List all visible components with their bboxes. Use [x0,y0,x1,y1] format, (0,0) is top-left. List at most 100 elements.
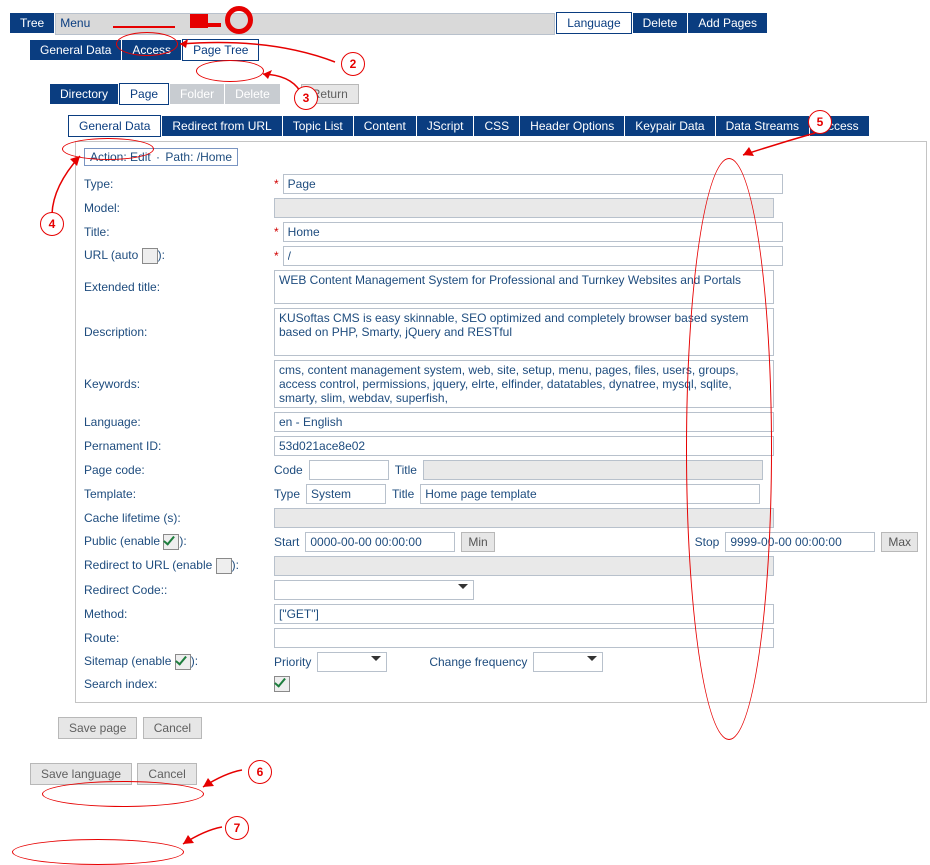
label-keywords: Keywords: [84,377,274,391]
req-title: * [274,225,279,239]
label-public-a: Public (enable [84,534,163,548]
tab-general-data-2[interactable]: General Data [30,40,121,60]
label-sitemap-a: Sitemap (enable [84,654,175,668]
label-extended-title: Extended title: [84,280,274,294]
legend-path: Path: /Home [165,150,232,164]
tab-add-pages[interactable]: Add Pages [688,13,767,33]
input-pc-code[interactable] [309,460,389,480]
annot-oval-form [686,158,772,740]
annot-num-2: 2 [341,52,365,76]
form-panel: Action: Edit · Path: /Home Type: * Model… [75,141,927,703]
req-type: * [274,177,279,191]
annot-oval-savelang [12,839,184,865]
label-tpl-type: Type [274,487,300,501]
label-search-index: Search index: [84,677,274,691]
save-page-row: Save page Cancel [58,721,920,735]
label-redirurl-a: Redirect to URL (enable [84,558,216,572]
max-button[interactable]: Max [881,532,918,552]
label-page-code: Page code: [84,463,274,477]
select-redirect-code[interactable] [274,580,474,600]
row-cache: Cache lifetime (s): [76,506,926,530]
tab-content[interactable]: Content [354,116,416,136]
label-pc-title: Title [395,463,417,477]
row-sitemap: Sitemap (enable ): Priority Change frequ… [76,650,926,674]
label-redirect-code: Redirect Code:: [84,583,274,597]
row-description: Description: KUSoftas CMS is easy skinna… [76,306,926,358]
row-extended-title: Extended title: WEB Content Management S… [76,268,926,306]
min-button[interactable]: Min [461,532,494,552]
decor-bar-2 [113,26,175,28]
annot-num-4: 4 [40,212,64,236]
row-public: Public (enable ): Start Min Stop Max [76,530,926,554]
row-title: Title: * [76,220,926,244]
label-template: Template: [84,487,274,501]
label-description: Description: [84,325,274,339]
label-change-freq: Change frequency [429,655,527,669]
row-template: Template: Type Title [76,482,926,506]
checkbox-public[interactable] [163,534,179,550]
menu-row-3: DirectoryPageFolderDeleteReturn [50,83,920,105]
chevron-down-icon [587,656,597,666]
row-route: Route: [76,626,926,650]
label-tpl-title: Title [392,487,414,501]
arrow-5 [740,130,830,160]
row-url: URL (auto ): * [76,244,926,268]
label-method: Method: [84,607,274,621]
input-tpl-type[interactable] [306,484,386,504]
input-model[interactable] [274,198,774,218]
tab-page[interactable]: Page [119,83,169,105]
decor-circle [225,6,253,34]
row-keywords: Keywords: cms, content management system… [76,358,926,410]
tab-css[interactable]: CSS [474,116,519,136]
chevron-down-icon [458,584,468,594]
label-start: Start [274,535,299,549]
tab-keypair-data[interactable]: Keypair Data [625,116,714,136]
label-redirurl-b: ): [232,558,239,572]
input-type[interactable] [283,174,783,194]
tab-tree[interactable]: Tree [10,13,54,33]
tab-redirect-from-url[interactable]: Redirect from URL [162,116,281,136]
input-start[interactable] [305,532,455,552]
label-model: Model: [84,201,274,215]
label-public: Public (enable ): [84,534,274,550]
row-redirect-code: Redirect Code:: [76,578,926,602]
label-pc-code: Code [274,463,303,477]
cancel-page-button[interactable]: Cancel [143,717,202,739]
label-url-a: URL (auto [84,248,142,262]
tab-directory[interactable]: Directory [50,84,118,104]
label-sitemap: Sitemap (enable ): [84,654,274,670]
label-type: Type: [84,177,274,191]
legend-dot: · [154,150,162,164]
save-language-row: Save language Cancel [30,767,920,781]
row-redirect-url: Redirect to URL (enable ): [76,554,926,578]
label-route: Route: [84,631,274,645]
label-sitemap-b: ): [191,654,198,668]
checkbox-sitemap[interactable] [175,654,191,670]
row-search-index: Search index: [76,674,926,702]
tab-topic-list[interactable]: Topic List [283,116,353,136]
row-perm-id: Pernament ID: [76,434,926,458]
tab-header-options[interactable]: Header Options [520,116,624,136]
tab-jscript[interactable]: JScript [417,116,474,136]
label-language: Language: [84,415,274,429]
tab-delete[interactable]: Delete [633,13,688,33]
checkbox-url-auto[interactable] [142,248,158,264]
save-page-button[interactable]: Save page [58,717,137,739]
row-method: Method: [76,602,926,626]
annot-oval-pagetree [196,60,264,82]
annot-oval-language [116,32,178,56]
annot-oval-savepage [42,781,204,807]
tab-language[interactable]: Language [556,12,631,34]
annot-num-7: 7 [225,816,249,840]
tab-folder[interactable]: Folder [170,84,224,104]
checkbox-redirect-url[interactable] [216,558,232,574]
label-public-b: ): [179,534,186,548]
tab-menu[interactable]: Menu [55,13,555,35]
label-priority: Priority [274,655,311,669]
label-cache: Cache lifetime (s): [84,511,274,525]
tab-general-data-4[interactable]: General Data [68,115,161,137]
checkbox-search-index[interactable] [274,676,290,692]
label-title: Title: [84,225,274,239]
row-language: Language: [76,410,926,434]
row-type: Type: * [76,172,926,196]
